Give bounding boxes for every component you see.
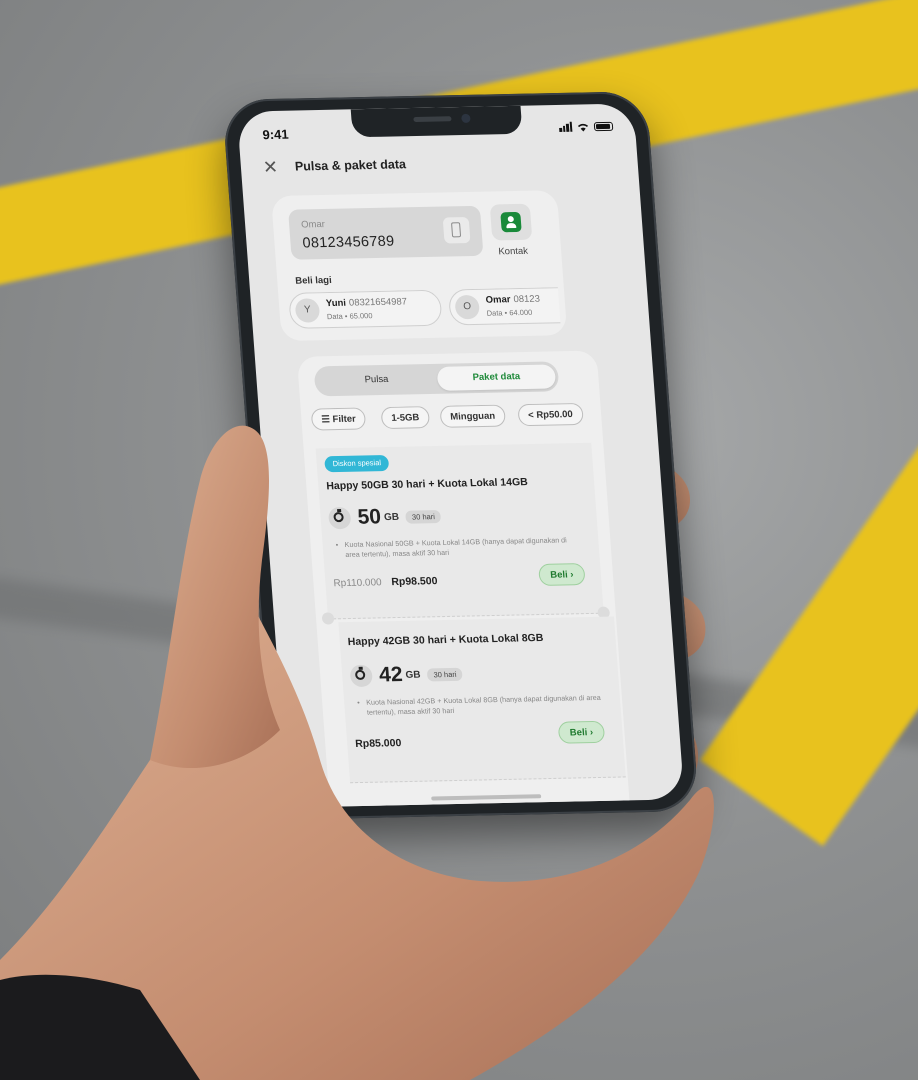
hand-front — [0, 425, 714, 1080]
